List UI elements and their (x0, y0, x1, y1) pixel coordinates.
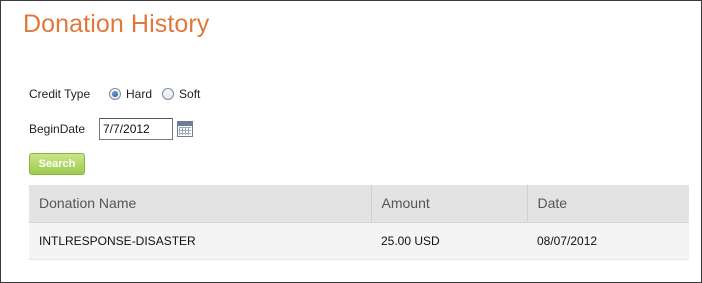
column-header-date[interactable]: Date (527, 185, 689, 223)
credit-type-label: Credit Type (29, 87, 91, 101)
credit-type-hard-label[interactable]: Hard (126, 87, 152, 101)
credit-type-soft-label[interactable]: Soft (179, 87, 200, 101)
credit-type-hard-radio[interactable] (109, 88, 121, 100)
column-header-donation-name[interactable]: Donation Name (29, 185, 372, 223)
search-button[interactable]: Search (29, 153, 85, 175)
begin-date-label: BeginDate (29, 122, 86, 136)
credit-type-soft-radio[interactable] (162, 88, 175, 100)
page-title: Donation History (23, 10, 210, 38)
table-header-row: Donation Name Amount Date (29, 185, 689, 223)
calendar-icon[interactable] (177, 121, 193, 137)
date-cell: 08/07/2012 (527, 222, 689, 260)
amount-cell: 25.00 USD (371, 222, 527, 260)
donation-table: Donation Name Amount Date INTLRESPONSE-D… (29, 185, 689, 260)
table-row: INTLRESPONSE-DISASTER 25.00 USD 08/07/20… (29, 222, 689, 260)
donation-history-panel: Donation History Credit Type Hard Soft B… (0, 0, 702, 283)
donation-name-cell: INTLRESPONSE-DISASTER (29, 222, 371, 260)
column-header-amount[interactable]: Amount (371, 185, 528, 223)
begin-date-row: BeginDate (29, 118, 193, 140)
begin-date-input[interactable] (99, 118, 173, 140)
credit-type-row: Credit Type Hard Soft (29, 86, 210, 102)
